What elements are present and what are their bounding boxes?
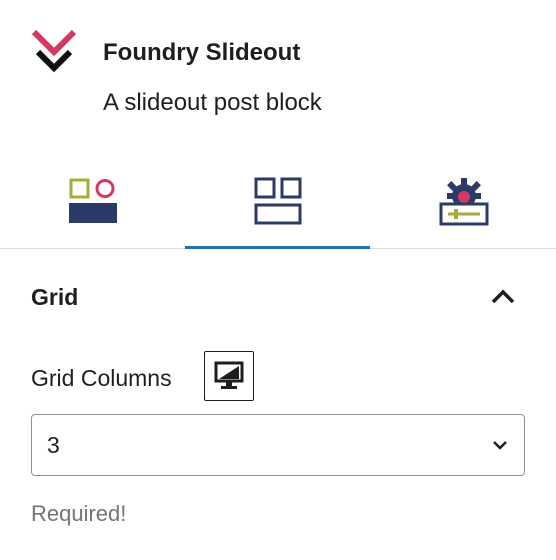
desktop-icon [214,361,244,389]
chevron-up-icon [491,289,515,304]
grid-columns-select[interactable]: 3 [31,414,525,476]
tab-style[interactable] [0,152,185,248]
double-chevron-down-icon [31,29,77,73]
grid-layout-icon [254,177,301,225]
grid-panel-toggle[interactable]: Grid [0,249,556,345]
shapes-icon [68,178,117,223]
grid-columns-label: Grid Columns [31,365,172,391]
device-toggle-button[interactable] [204,351,254,401]
chevron-down-icon [493,441,507,450]
gear-settings-icon [439,178,488,226]
required-help-text: Required! [31,501,127,526]
tab-advanced[interactable] [371,152,556,248]
inspector-tabs [0,152,556,249]
tab-layout[interactable] [185,152,370,249]
block-card: Foundry Slideout A slideout post block [0,0,556,140]
panel-title: Grid [31,284,79,310]
select-value: 3 [47,432,60,458]
block-title: Foundry Slideout [103,39,301,66]
block-description: A slideout post block [103,89,322,116]
